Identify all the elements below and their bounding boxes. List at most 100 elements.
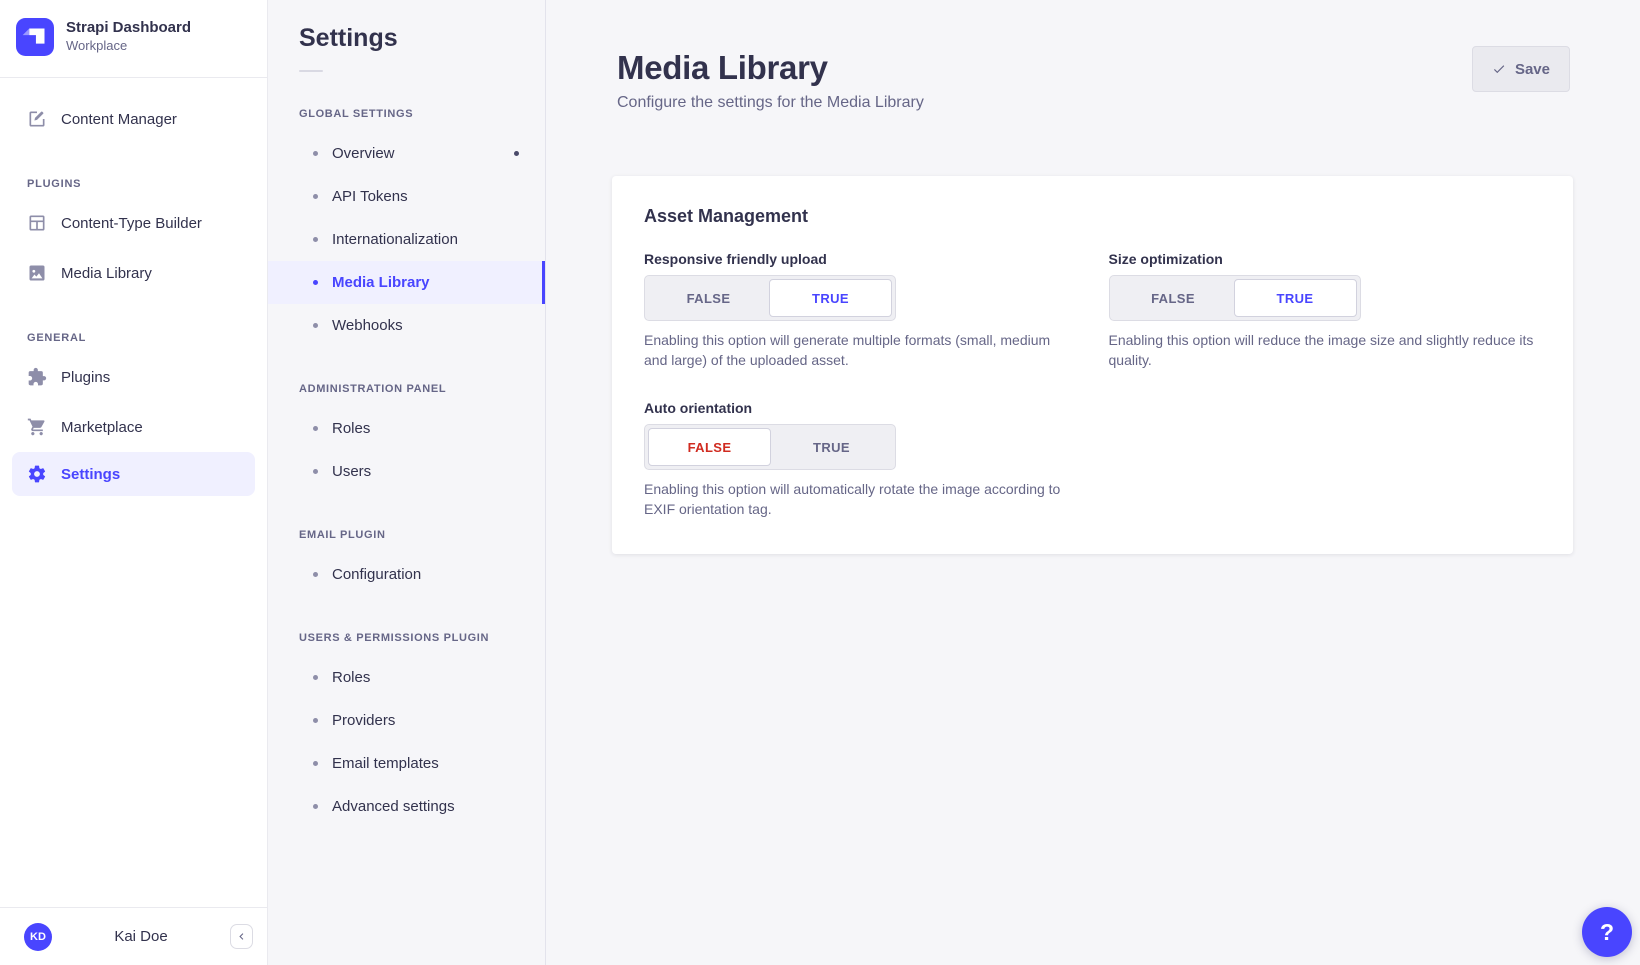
subnav-item-label: API Tokens [332, 188, 408, 205]
subnav-item-api-tokens[interactable]: API Tokens [268, 175, 545, 218]
nav-item-label: Plugins [61, 369, 110, 386]
section-global-settings: GLOBAL SETTINGS Overview API Tokens Inte… [268, 108, 545, 347]
subnav-item-up-roles[interactable]: Roles [268, 656, 545, 699]
subnav-item-providers[interactable]: Providers [268, 699, 545, 742]
subnav-item-email-configuration[interactable]: Configuration [268, 553, 545, 596]
nav-item-content-type-builder[interactable]: Content-Type Builder [0, 198, 267, 248]
bullet-icon [313, 426, 318, 431]
puzzle-icon [27, 367, 47, 387]
page-title: Media Library [617, 50, 924, 86]
subnav-item-label: Configuration [332, 566, 421, 583]
question-mark-icon: ? [1600, 919, 1614, 946]
content-type-builder-icon [27, 213, 47, 233]
subnav-item-admin-users[interactable]: Users [268, 450, 545, 493]
size-optimization-true-option[interactable]: TRUE [1234, 279, 1357, 317]
subnav-item-label: Email templates [332, 755, 439, 772]
auto-orientation-true-option[interactable]: TRUE [771, 428, 892, 466]
section-administration-panel: ADMINISTRATION PANEL Roles Users [268, 383, 545, 493]
app-root: Strapi Dashboard Workplace Content Manag… [0, 0, 1640, 965]
bullet-icon [313, 718, 318, 723]
bullet-icon [313, 323, 318, 328]
subnav-item-label: Media Library [332, 274, 430, 291]
subnav-item-label: Advanced settings [332, 798, 455, 815]
user-name: Kai Doe [52, 928, 230, 945]
subnav-item-media-library[interactable]: Media Library [268, 261, 545, 304]
save-button-label: Save [1515, 61, 1550, 78]
nav-item-content-manager[interactable]: Content Manager [0, 94, 267, 144]
nav-item-marketplace[interactable]: Marketplace [0, 402, 267, 452]
avatar: KD [24, 923, 52, 951]
card-title: Asset Management [644, 206, 1541, 227]
nav-item-plugins[interactable]: Plugins [0, 352, 267, 402]
subnav-item-admin-roles[interactable]: Roles [268, 407, 545, 450]
field-hint: Enabling this option will automatically … [644, 480, 1077, 519]
section-header: EMAIL PLUGIN [299, 529, 545, 541]
subnav-item-label: Users [332, 463, 371, 480]
bullet-icon [313, 675, 318, 680]
chevron-left-icon [235, 930, 248, 943]
nav-section-general: GENERAL [27, 332, 267, 344]
bullet-icon [313, 151, 318, 156]
auto-orientation-toggle: FALSE TRUE [644, 424, 896, 470]
bullet-icon [313, 761, 318, 766]
save-button[interactable]: Save [1472, 46, 1570, 92]
page-header-text: Media Library Configure the settings for… [617, 46, 924, 112]
gear-icon [27, 464, 47, 484]
subnav-item-label: Webhooks [332, 317, 403, 334]
brand-title: Strapi Dashboard [66, 19, 191, 38]
responsive-friendly-upload-true-option[interactable]: TRUE [769, 279, 892, 317]
bullet-icon [313, 804, 318, 809]
subnav-item-internationalization[interactable]: Internationalization [268, 218, 545, 261]
field-label: Auto orientation [644, 400, 1077, 416]
subnav-item-advanced-settings[interactable]: Advanced settings [268, 785, 545, 828]
bullet-icon [313, 237, 318, 242]
size-optimization-false-option[interactable]: FALSE [1113, 279, 1234, 317]
subnav-item-overview[interactable]: Overview [268, 132, 545, 175]
notification-dot [514, 151, 519, 156]
collapse-sidebar-button[interactable] [230, 924, 253, 949]
bullet-icon [313, 572, 318, 577]
nav-section-plugins: PLUGINS [27, 178, 267, 190]
main-sidebar: Strapi Dashboard Workplace Content Manag… [0, 0, 268, 965]
media-library-icon [27, 263, 47, 283]
nav-item-label: Marketplace [61, 419, 143, 436]
section-header: GLOBAL SETTINGS [299, 108, 545, 120]
subnav-item-label: Overview [332, 145, 395, 162]
section-header: ADMINISTRATION PANEL [299, 383, 545, 395]
section-users-permissions-plugin: USERS & PERMISSIONS PLUGIN Roles Provide… [268, 632, 545, 828]
page-header: Media Library Configure the settings for… [546, 0, 1640, 112]
help-button[interactable]: ? [1582, 907, 1632, 957]
responsive-friendly-upload-toggle: FALSE TRUE [644, 275, 896, 321]
workspace-brand: Strapi Dashboard Workplace [0, 0, 267, 77]
nav-item-media-library[interactable]: Media Library [0, 248, 267, 298]
check-icon [1492, 62, 1506, 76]
nav-item-label: Media Library [61, 265, 152, 282]
brand-subtitle: Workplace [66, 38, 191, 55]
field-size-optimization: Size optimization FALSE TRUE Enabling th… [1109, 251, 1542, 370]
subnav-item-label: Internationalization [332, 231, 458, 248]
section-header: USERS & PERMISSIONS PLUGIN [299, 632, 545, 644]
title-divider [299, 70, 323, 72]
cart-icon [27, 417, 47, 437]
section-email-plugin: EMAIL PLUGIN Configuration [268, 529, 545, 596]
subnav-item-label: Providers [332, 712, 395, 729]
nav-item-label: Settings [61, 466, 120, 483]
content-manager-icon [27, 109, 47, 129]
nav-item-label: Content Manager [61, 111, 177, 128]
bullet-icon [313, 469, 318, 474]
page-subtitle: Configure the settings for the Media Lib… [617, 94, 924, 112]
subnav-item-webhooks[interactable]: Webhooks [268, 304, 545, 347]
fields-grid: Responsive friendly upload FALSE TRUE En… [644, 251, 1541, 519]
main-content: Media Library Configure the settings for… [546, 0, 1640, 965]
auto-orientation-false-option[interactable]: FALSE [648, 428, 771, 466]
field-label: Responsive friendly upload [644, 251, 1077, 267]
field-responsive-friendly-upload: Responsive friendly upload FALSE TRUE En… [644, 251, 1077, 370]
field-hint: Enabling this option will generate multi… [644, 331, 1077, 370]
nav-item-settings[interactable]: Settings [12, 452, 255, 496]
settings-sidebar: Settings GLOBAL SETTINGS Overview API To… [268, 0, 546, 965]
field-hint: Enabling this option will reduce the ima… [1109, 331, 1542, 370]
subnav-item-label: Roles [332, 669, 370, 686]
responsive-friendly-upload-false-option[interactable]: FALSE [648, 279, 769, 317]
subnav-item-email-templates[interactable]: Email templates [268, 742, 545, 785]
nav-item-label: Content-Type Builder [61, 215, 202, 232]
